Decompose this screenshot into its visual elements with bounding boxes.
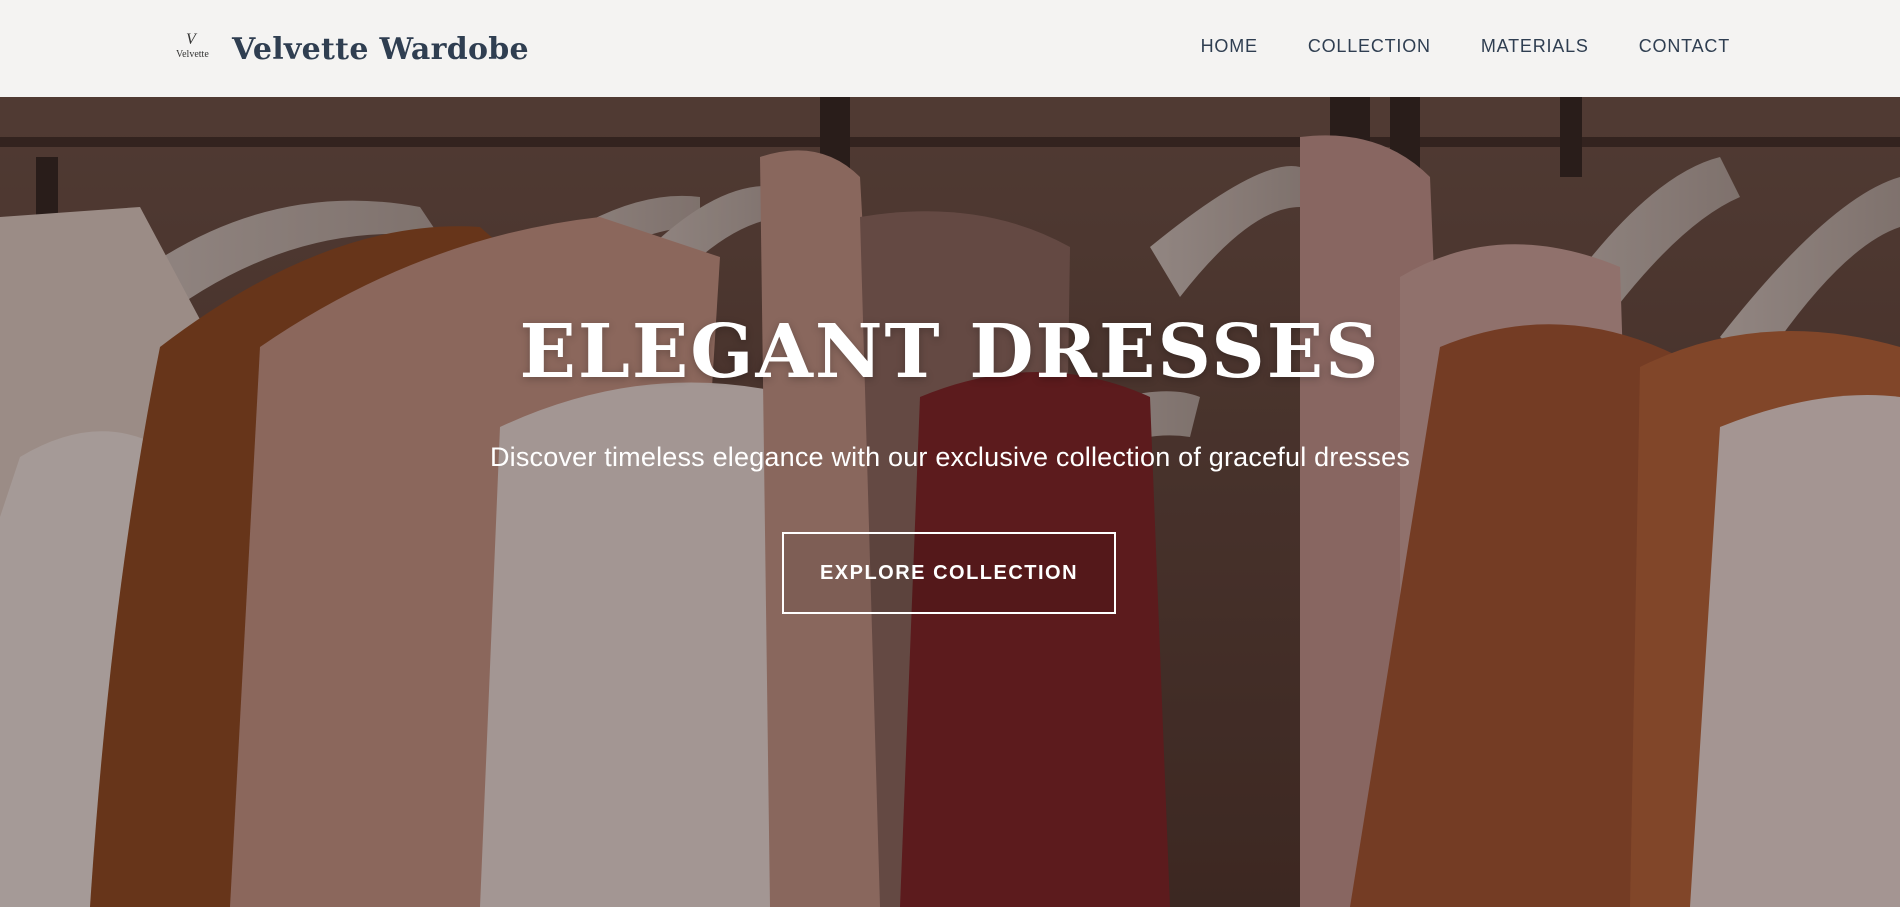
page: V Velvette Velvette Wardobe HOME COLLECT… xyxy=(0,0,1900,907)
hero-content: ELEGANT DRESSES Discover timeless elegan… xyxy=(0,97,1900,907)
main-nav: HOME COLLECTION MATERIALS CONTACT xyxy=(1151,36,1730,57)
hero-section: ELEGANT DRESSES Discover timeless elegan… xyxy=(0,97,1900,907)
logo-monogram: V xyxy=(186,31,196,48)
logo-wordmark: Velvette xyxy=(176,49,209,60)
brand-logo-link[interactable]: V Velvette Velvette Wardobe xyxy=(174,27,529,71)
nav-item-contact[interactable]: CONTACT xyxy=(1639,36,1730,57)
nav-item-home[interactable]: HOME xyxy=(1201,36,1258,57)
nav-item-collection[interactable]: COLLECTION xyxy=(1308,36,1431,57)
hero-subtitle: Discover timeless elegance with our excl… xyxy=(489,442,1411,472)
explore-collection-button[interactable]: EXPLORE COLLECTION xyxy=(782,532,1116,614)
brand-name: Velvette Wardobe xyxy=(232,31,529,67)
hero-title: ELEGANT DRESSES xyxy=(519,309,1381,395)
site-header: V Velvette Velvette Wardobe HOME COLLECT… xyxy=(0,0,1900,97)
brand-logo-icon: V Velvette xyxy=(174,27,218,71)
nav-item-materials[interactable]: MATERIALS xyxy=(1481,36,1589,57)
